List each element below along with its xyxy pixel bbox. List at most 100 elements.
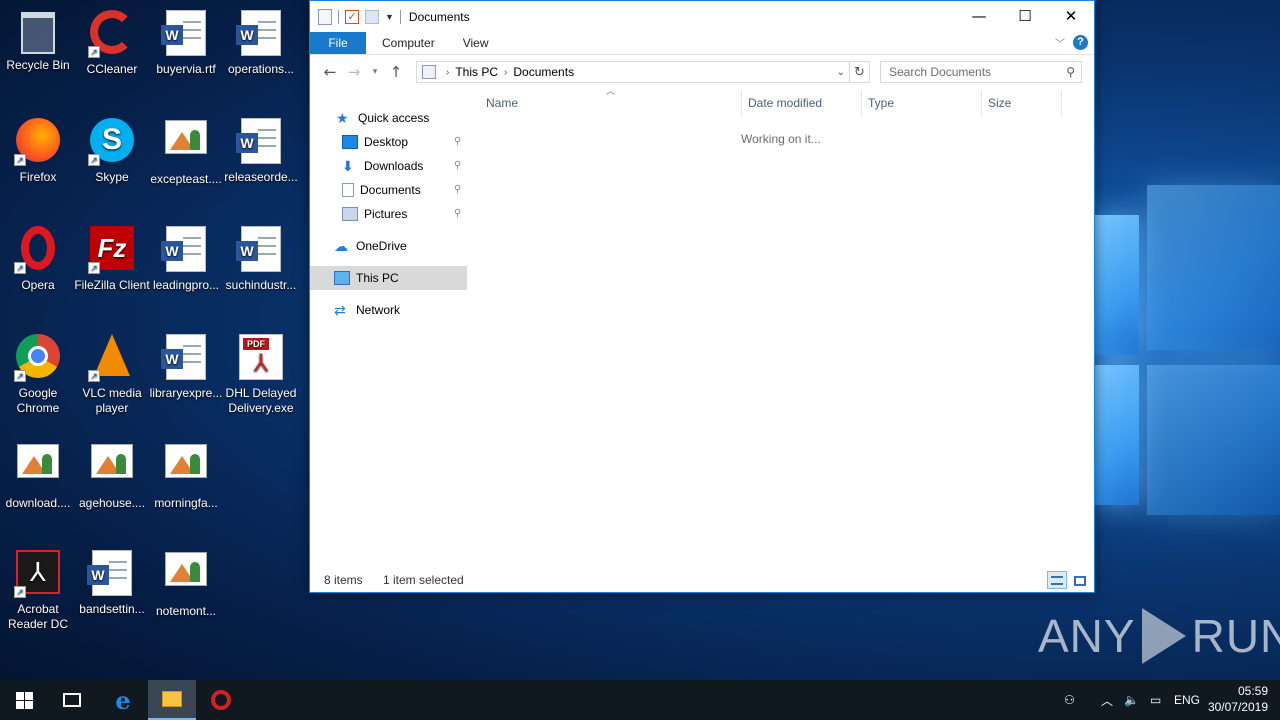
nav-documents[interactable]: Documents ⚲ xyxy=(342,178,468,202)
address-dropdown-icon[interactable]: ⌄ xyxy=(837,67,845,78)
column-header-type[interactable]: Type xyxy=(862,90,982,116)
ccleaner-icon: ↗ xyxy=(88,10,136,58)
expand-ribbon-chevron-icon[interactable]: ﹀ xyxy=(1055,35,1065,50)
volume-icon[interactable]: 🔈 xyxy=(1124,680,1139,720)
desktop-icon-firefox[interactable]: ↗ Firefox xyxy=(0,112,76,212)
start-button[interactable] xyxy=(0,680,48,720)
window-controls: — ☐ ✕ xyxy=(956,1,1094,31)
file-list-area[interactable]: ︿ Name Date modified Type Size Working o… xyxy=(468,86,1094,560)
language-indicator[interactable]: ENG xyxy=(1174,680,1200,720)
column-header-size[interactable]: Size xyxy=(982,90,1062,116)
pictures-icon xyxy=(342,207,358,221)
details-view-icon xyxy=(1051,576,1063,585)
desktop-icon-morningfa[interactable]: morningfa... xyxy=(148,436,224,536)
nav-pictures[interactable]: Pictures ⚲ xyxy=(342,202,468,226)
desktop-icon-notemont[interactable]: notemont... xyxy=(148,544,224,644)
ribbon-tabs: File Computer View ﹀ ? xyxy=(310,32,1094,55)
file-explorer-icon xyxy=(162,691,182,707)
item-count: 8 items xyxy=(324,573,363,587)
taskbar-file-explorer[interactable] xyxy=(148,680,196,720)
forward-arrow-icon[interactable]: → xyxy=(342,63,366,81)
desktop-icon-dhl-delayed-delivery[interactable]: PDF ⅄ DHL Delayed Delivery.exe xyxy=(223,328,299,428)
desktop-icon-buyervia[interactable]: W buyervia.rtf xyxy=(148,4,224,104)
ribbon-controls: ﹀ ? xyxy=(1055,35,1088,50)
image-file-icon xyxy=(162,552,210,600)
properties-icon[interactable] xyxy=(318,8,332,25)
taskbar-edge[interactable]: e xyxy=(99,680,147,720)
desktop-icon-bandsettin[interactable]: W bandsettin... xyxy=(74,544,150,644)
windows-logo-icon xyxy=(15,691,33,709)
desktop-icon-filezilla[interactable]: Fz ↗ FileZilla Client xyxy=(74,220,150,320)
nav-desktop[interactable]: Desktop ⚲ xyxy=(342,130,468,154)
close-button[interactable]: ✕ xyxy=(1048,1,1094,31)
tab-file[interactable]: File xyxy=(310,32,366,54)
help-icon[interactable]: ? xyxy=(1073,35,1088,50)
pin-icon[interactable]: ⚲ xyxy=(454,202,461,226)
nav-this-pc[interactable]: This PC xyxy=(310,266,467,290)
desktop-icon-leadingpro[interactable]: W leadingpro... xyxy=(148,220,224,320)
desktop-icon-vlc[interactable]: ↗ VLC media player xyxy=(74,328,150,428)
checkmark-icon[interactable]: ✓ xyxy=(345,9,359,24)
pin-icon[interactable]: ⚲ xyxy=(454,130,461,154)
customize-toolbar-dropdown-icon[interactable]: ▼ xyxy=(385,12,394,22)
desktop-icon-opera[interactable]: ↗ Opera xyxy=(0,220,76,320)
watermark-left-text: ANY xyxy=(1038,610,1136,662)
pin-icon[interactable]: ⚲ xyxy=(454,178,461,202)
image-file-icon xyxy=(162,444,210,492)
desktop-icon-libraryexpre[interactable]: W libraryexpre... xyxy=(148,328,224,428)
maximize-button[interactable]: ☐ xyxy=(1002,1,1048,31)
desktop-icon-ccleaner[interactable]: ↗ CCleaner xyxy=(74,4,150,104)
desktop-icon-acrobat-reader[interactable]: ⅄ ↗ Acrobat Reader DC xyxy=(0,544,76,644)
tab-computer[interactable]: Computer xyxy=(368,32,449,54)
minimize-button[interactable]: — xyxy=(956,1,1002,31)
nav-network[interactable]: ⇄ Network xyxy=(334,298,400,322)
watermark-right-text: RUN xyxy=(1191,610,1280,662)
desktop-icon-agehouse[interactable]: agehouse.... xyxy=(74,436,150,536)
desktop-icon-chrome[interactable]: ↗ Google Chrome xyxy=(0,328,76,428)
taskbar-opera[interactable] xyxy=(197,680,245,720)
search-input[interactable]: Search Documents ⚲ xyxy=(880,61,1082,83)
new-folder-icon[interactable] xyxy=(365,9,379,24)
tab-view[interactable]: View xyxy=(449,32,503,54)
task-view-button[interactable] xyxy=(48,680,96,720)
recent-locations-chevron-icon[interactable]: ▾ xyxy=(366,67,384,77)
desktop-icon-excepteast[interactable]: excepteast.... xyxy=(148,112,224,212)
desktop-icon-releaseorde[interactable]: W releaseorde... xyxy=(223,112,299,212)
desktop-icon-recycle-bin[interactable]: Recycle Bin xyxy=(0,4,76,104)
nav-downloads[interactable]: ⬇ Downloads ⚲ xyxy=(342,154,468,178)
column-header-date-modified[interactable]: Date modified xyxy=(742,90,862,116)
system-clock[interactable]: 05:59 30/07/2019 xyxy=(1208,683,1268,715)
desktop-icon-skype[interactable]: S ↗ Skype xyxy=(74,112,150,212)
title-bar[interactable]: ✓ ▼ Documents — ☐ ✕ xyxy=(310,1,1094,32)
file-explorer-window[interactable]: ✓ ▼ Documents — ☐ ✕ File Computer View ﹀… xyxy=(309,0,1095,593)
desktop-icon-operations[interactable]: W operations... xyxy=(223,4,299,104)
documents-icon xyxy=(342,183,354,197)
address-bar[interactable]: › This PC › Documents ⌄ xyxy=(416,61,850,83)
breadcrumb-separator-icon[interactable]: › xyxy=(504,67,507,78)
pin-icon[interactable]: ⚲ xyxy=(454,154,461,178)
nav-onedrive[interactable]: ☁ OneDrive xyxy=(334,234,407,258)
back-arrow-icon[interactable]: ← xyxy=(318,63,342,81)
nav-quick-access[interactable]: ★ Quick access xyxy=(336,106,429,130)
details-view-button[interactable] xyxy=(1047,571,1067,589)
network-status-icon[interactable]: ▭ xyxy=(1150,680,1161,720)
large-icons-view-button[interactable] xyxy=(1070,571,1090,589)
up-arrow-icon[interactable]: ↑ xyxy=(384,63,408,81)
refresh-button[interactable]: ↻ xyxy=(850,61,870,83)
nav-label: Pictures xyxy=(364,207,408,221)
breadcrumb-separator-icon[interactable]: › xyxy=(446,67,449,78)
navigation-pane: ★ Quick access Desktop ⚲ ⬇ Downloads ⚲ D… xyxy=(310,90,468,560)
breadcrumb-this-pc[interactable]: This PC xyxy=(455,65,498,79)
vlc-cone-icon: ↗ xyxy=(88,334,136,382)
people-icon[interactable]: ⚇ xyxy=(1064,680,1075,720)
desktop-icon-suchindustr[interactable]: W suchindustr... xyxy=(223,220,299,320)
recycle-bin-icon xyxy=(21,12,55,54)
navigation-bar: ← → ▾ ↑ › This PC › Documents ⌄ ↻ Search… xyxy=(310,55,1094,89)
word-document-icon: W xyxy=(161,334,210,382)
breadcrumb-documents[interactable]: Documents xyxy=(513,65,574,79)
show-hidden-icons-chevron-icon[interactable]: ︿ xyxy=(1101,680,1113,720)
column-header-name[interactable]: Name xyxy=(480,90,742,116)
nav-label: Network xyxy=(356,303,401,317)
desktop-icon-download[interactable]: download.... xyxy=(0,436,76,536)
nav-label: Downloads xyxy=(364,159,424,173)
